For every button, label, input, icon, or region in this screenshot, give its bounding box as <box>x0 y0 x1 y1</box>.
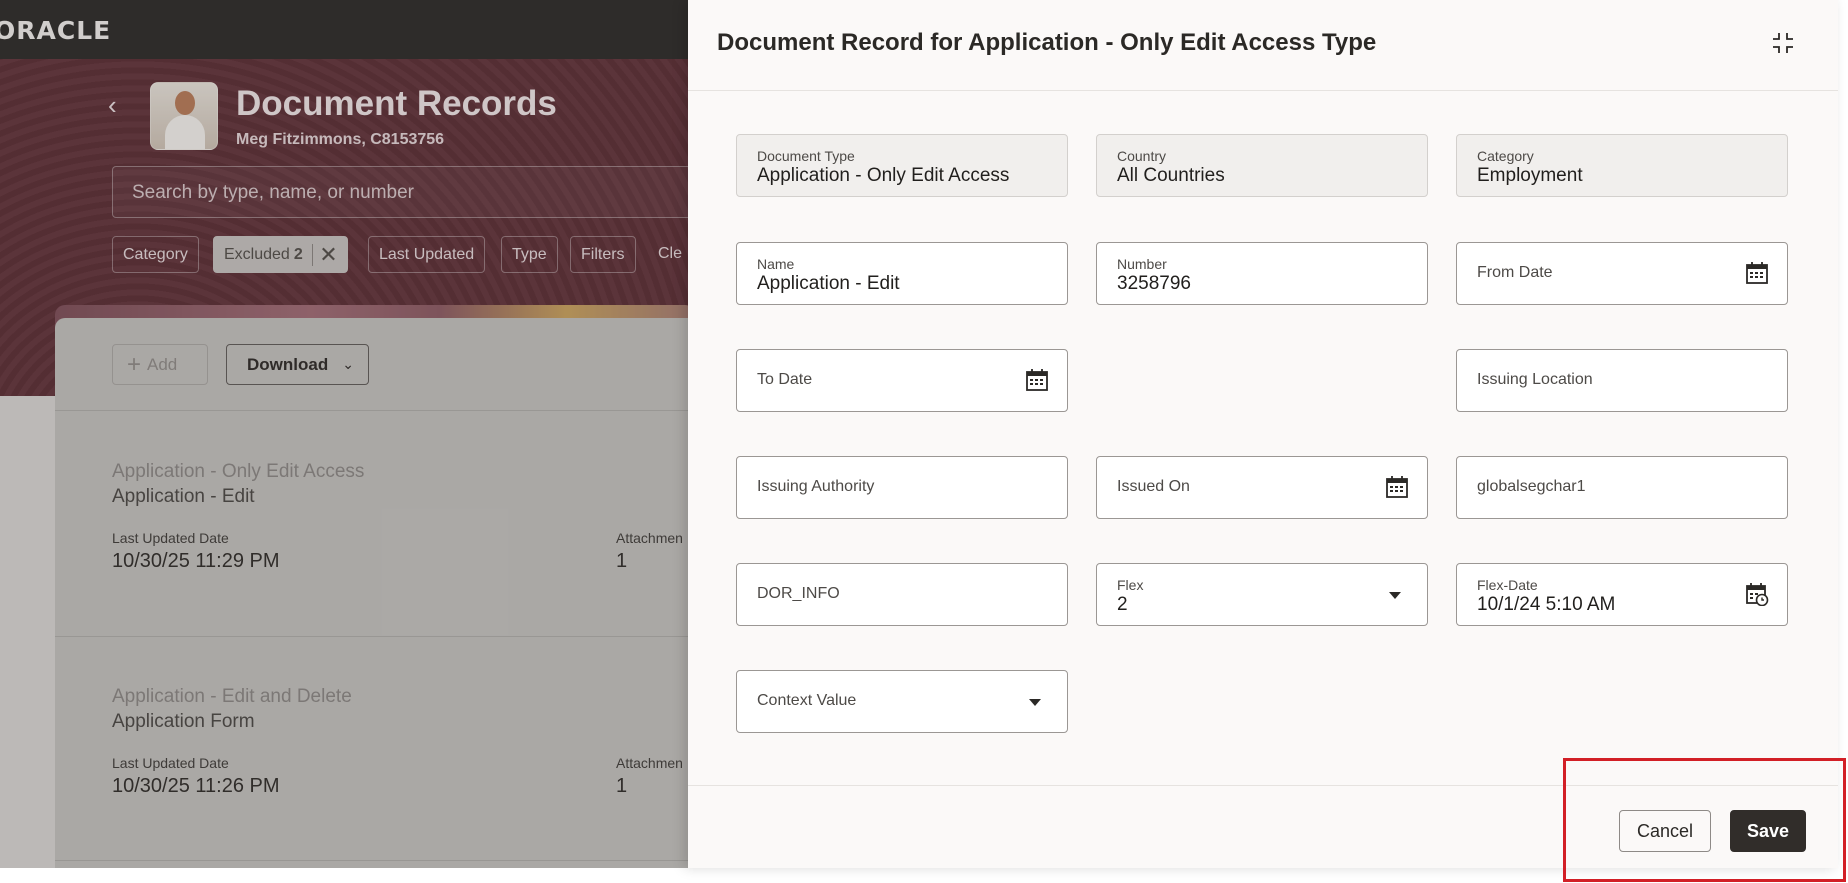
issuing-location-field[interactable]: Issuing Location <box>1456 349 1788 412</box>
caret-down-icon[interactable] <box>1389 592 1401 599</box>
highlight-box <box>1563 758 1846 882</box>
collapse-icon[interactable] <box>1772 32 1794 54</box>
calendar-icon[interactable] <box>1745 261 1769 285</box>
calendar-icon[interactable] <box>1025 368 1049 392</box>
category-field: Category Employment <box>1456 134 1788 197</box>
number-field[interactable]: Number 3258796 <box>1096 242 1428 305</box>
context-value-select[interactable]: Context Value <box>736 670 1068 733</box>
to-date-field[interactable]: To Date <box>736 349 1068 412</box>
document-record-drawer: Document Record for Application - Only E… <box>688 0 1838 868</box>
modal-scrim[interactable] <box>0 0 688 868</box>
dor-info-field[interactable]: DOR_INFO <box>736 563 1068 626</box>
country-field: Country All Countries <box>1096 134 1428 197</box>
flex-select[interactable]: Flex 2 <box>1096 563 1428 626</box>
issuing-authority-field[interactable]: Issuing Authority <box>736 456 1068 519</box>
calendar-icon[interactable] <box>1385 475 1409 499</box>
document-type-field: Document Type Application - Only Edit Ac… <box>736 134 1068 197</box>
calendar-clock-icon[interactable] <box>1745 582 1769 606</box>
caret-down-icon[interactable] <box>1029 699 1041 706</box>
name-field[interactable]: Name Application - Edit <box>736 242 1068 305</box>
from-date-field[interactable]: From Date <box>1456 242 1788 305</box>
drawer-title: Document Record for Application - Only E… <box>717 29 1377 56</box>
flex-date-field[interactable]: Flex-Date 10/1/24 5:10 AM <box>1456 563 1788 626</box>
globalsegchar1-field[interactable]: globalsegchar1 <box>1456 456 1788 519</box>
issued-on-field[interactable]: Issued On <box>1096 456 1428 519</box>
